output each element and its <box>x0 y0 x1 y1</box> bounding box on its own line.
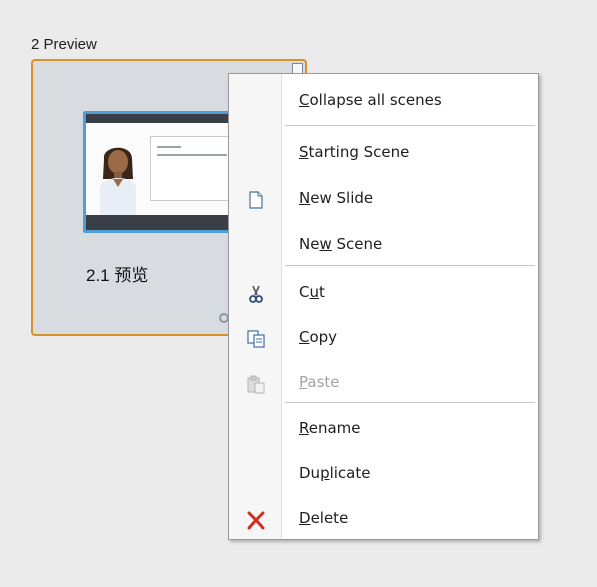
menu-item-cut[interactable]: Cut <box>229 276 538 310</box>
slide-thumbnail[interactable] <box>83 111 249 233</box>
context-menu: Collapse all scenes Starting Scene New S… <box>228 73 539 540</box>
slide-label: 2.1 预览 <box>86 266 149 285</box>
thumbnail-body <box>86 123 246 221</box>
menu-item-delete[interactable]: Delete <box>229 502 538 536</box>
menu-item-copy[interactable]: Copy <box>229 321 538 355</box>
scissors-icon <box>249 285 263 303</box>
menu-item-new-slide[interactable]: New Slide <box>229 182 538 216</box>
menu-item-new-scene[interactable]: New Scene <box>229 228 538 262</box>
menu-item-paste[interactable]: Paste <box>229 366 538 400</box>
menu-separator <box>285 265 535 266</box>
character-avatar-icon <box>100 147 136 221</box>
menu-item-collapse-all-scenes[interactable]: Collapse all scenes <box>229 84 538 118</box>
menu-item-rename[interactable]: Rename <box>229 412 538 446</box>
menu-separator <box>285 402 535 403</box>
menu-item-starting-scene[interactable]: Starting Scene <box>229 136 538 170</box>
paste-icon <box>247 375 265 394</box>
new-slide-icon <box>249 191 263 209</box>
menu-item-duplicate[interactable]: Duplicate <box>229 457 538 491</box>
scene-title: 2 Preview <box>31 36 97 53</box>
menu-separator <box>285 125 535 126</box>
thumbnail-title-bar <box>86 114 246 123</box>
delete-x-icon <box>247 511 265 530</box>
thumbnail-player-bar <box>86 215 246 230</box>
copy-icon <box>247 330 265 348</box>
